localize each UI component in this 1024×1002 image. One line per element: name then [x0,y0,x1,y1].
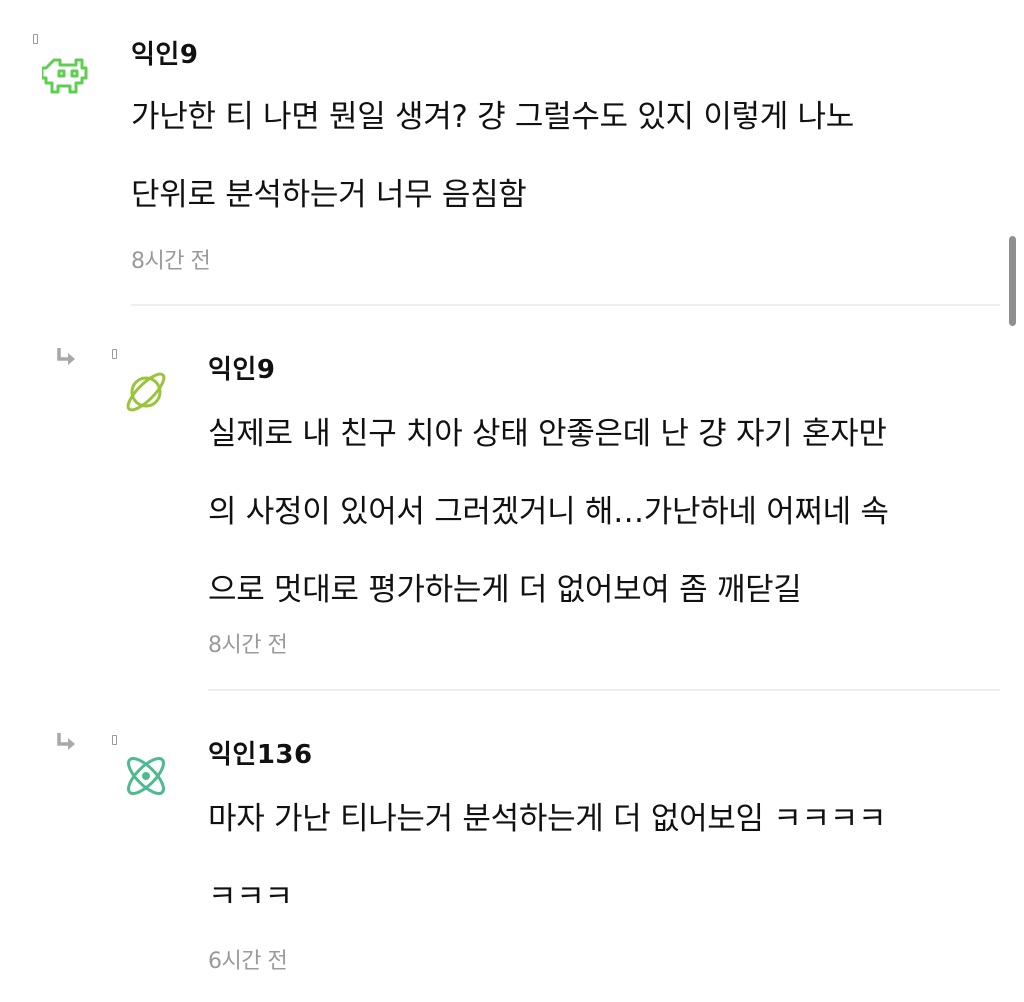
comment-timestamp: 8시간 전 [208,633,288,658]
comment-body: 가난한 티 나면 뭔일 생겨? 걍 그럴수도 있지 이렇게 나노 단위로 분석하… [131,78,991,234]
scrollbar[interactable] [1009,236,1016,326]
comment-line: 의 사정이 있어서 그러겠거니 해…가난하네 어쩌네 속 [208,494,889,530]
comment-author[interactable]: 익인9 [131,34,198,71]
comment-divider [131,304,1000,306]
comment-divider [208,689,1000,691]
comment-body: 마자 가난 티나는거 분석하는게 더 없어보임 ㅋㅋㅋㅋ ㅋㅋㅋ [208,780,1008,936]
comment-line: 으로 멋대로 평가하는게 더 없어보여 좀 깨닫길 [208,572,802,608]
comment-line: ㅋㅋㅋ [208,879,293,915]
reply-arrow-icon [57,348,75,365]
comment-line: 마자 가난 티나는거 분석하는게 더 없어보임 ㅋㅋㅋㅋ [208,801,887,837]
comment-line: 단위로 분석하는거 너무 음침함 [131,177,527,213]
comment-author[interactable]: 익인9 [208,349,275,386]
comment-author[interactable]: 익인136 [208,734,313,771]
planet-icon [126,372,166,412]
comment-timestamp: 6시간 전 [208,949,288,974]
atom-icon [127,757,165,795]
reply-arrow-icon [57,733,75,750]
comment-marker [112,349,117,359]
comment-line: 실제로 내 친구 치아 상태 안좋은데 난 걍 자기 혼자만 [208,416,887,452]
comment-marker [33,34,38,44]
comment-marker [112,735,117,745]
comment-line: 가난한 티 나면 뭔일 생겨? 걍 그럴수도 있지 이렇게 나노 [131,99,854,135]
comment-timestamp: 8시간 전 [131,249,211,274]
comment-body: 실제로 내 친구 치아 상태 안좋은데 난 걍 자기 혼자만 의 사정이 있어서… [208,395,1008,629]
space-invader-icon [42,58,88,94]
